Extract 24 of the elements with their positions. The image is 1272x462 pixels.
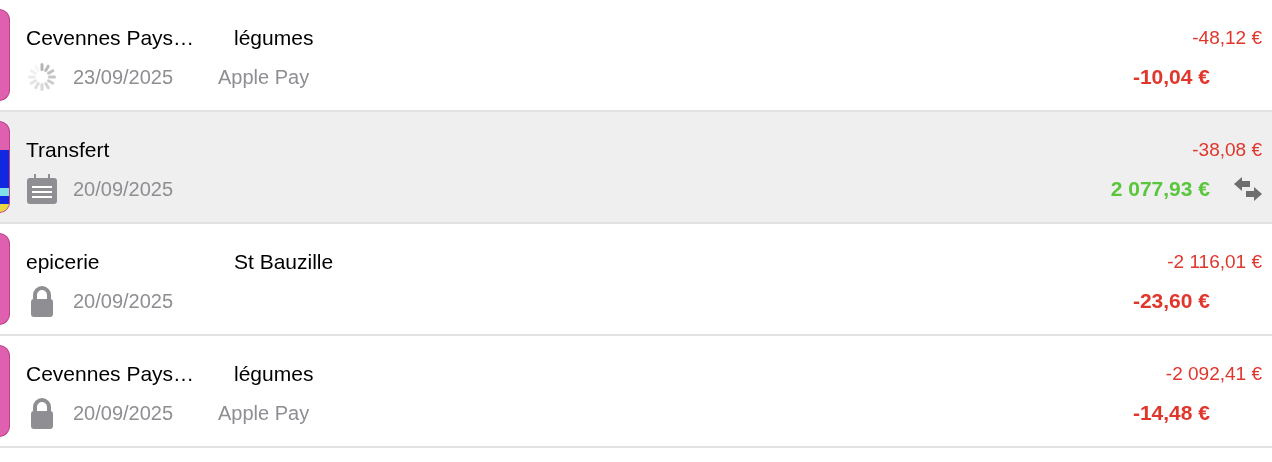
date-text: 20/09/2025 [73, 177, 175, 202]
amount-text: -14,48 € [1132, 400, 1210, 427]
category-text: légumes [234, 361, 314, 388]
payee-text: Transfert [26, 137, 111, 164]
payee-text: Cevennes Pays… [26, 25, 196, 52]
spinner-icon [26, 61, 58, 93]
date-text: 20/09/2025 [73, 289, 175, 314]
balance-text: -48,12 € [1192, 25, 1262, 50]
date-text: 23/09/2025 [73, 65, 175, 90]
category-text: St Bauzille [234, 249, 334, 276]
balance-text: -2 092,41 € [1165, 361, 1262, 386]
balance-text: -38,08 € [1192, 137, 1262, 162]
balance-text: -2 116,01 € [1167, 249, 1262, 274]
amount-text: -23,60 € [1132, 288, 1210, 315]
amount-text: 2 077,93 € [1110, 176, 1210, 203]
calendar-icon [26, 173, 58, 205]
payee-text: epicerie [26, 249, 101, 276]
payee-text: Cevennes Pays… [26, 361, 196, 388]
transaction-row[interactable]: Transfert -38,08 € 20/09/2025 2 077,93 € [0, 112, 1272, 224]
payment-method-text: Apple Pay [218, 65, 310, 90]
date-text: 20/09/2025 [73, 401, 175, 426]
category-text: légumes [234, 25, 314, 52]
amount-text: -10,04 € [1132, 64, 1210, 91]
payment-method-text: Apple Pay [218, 401, 310, 426]
